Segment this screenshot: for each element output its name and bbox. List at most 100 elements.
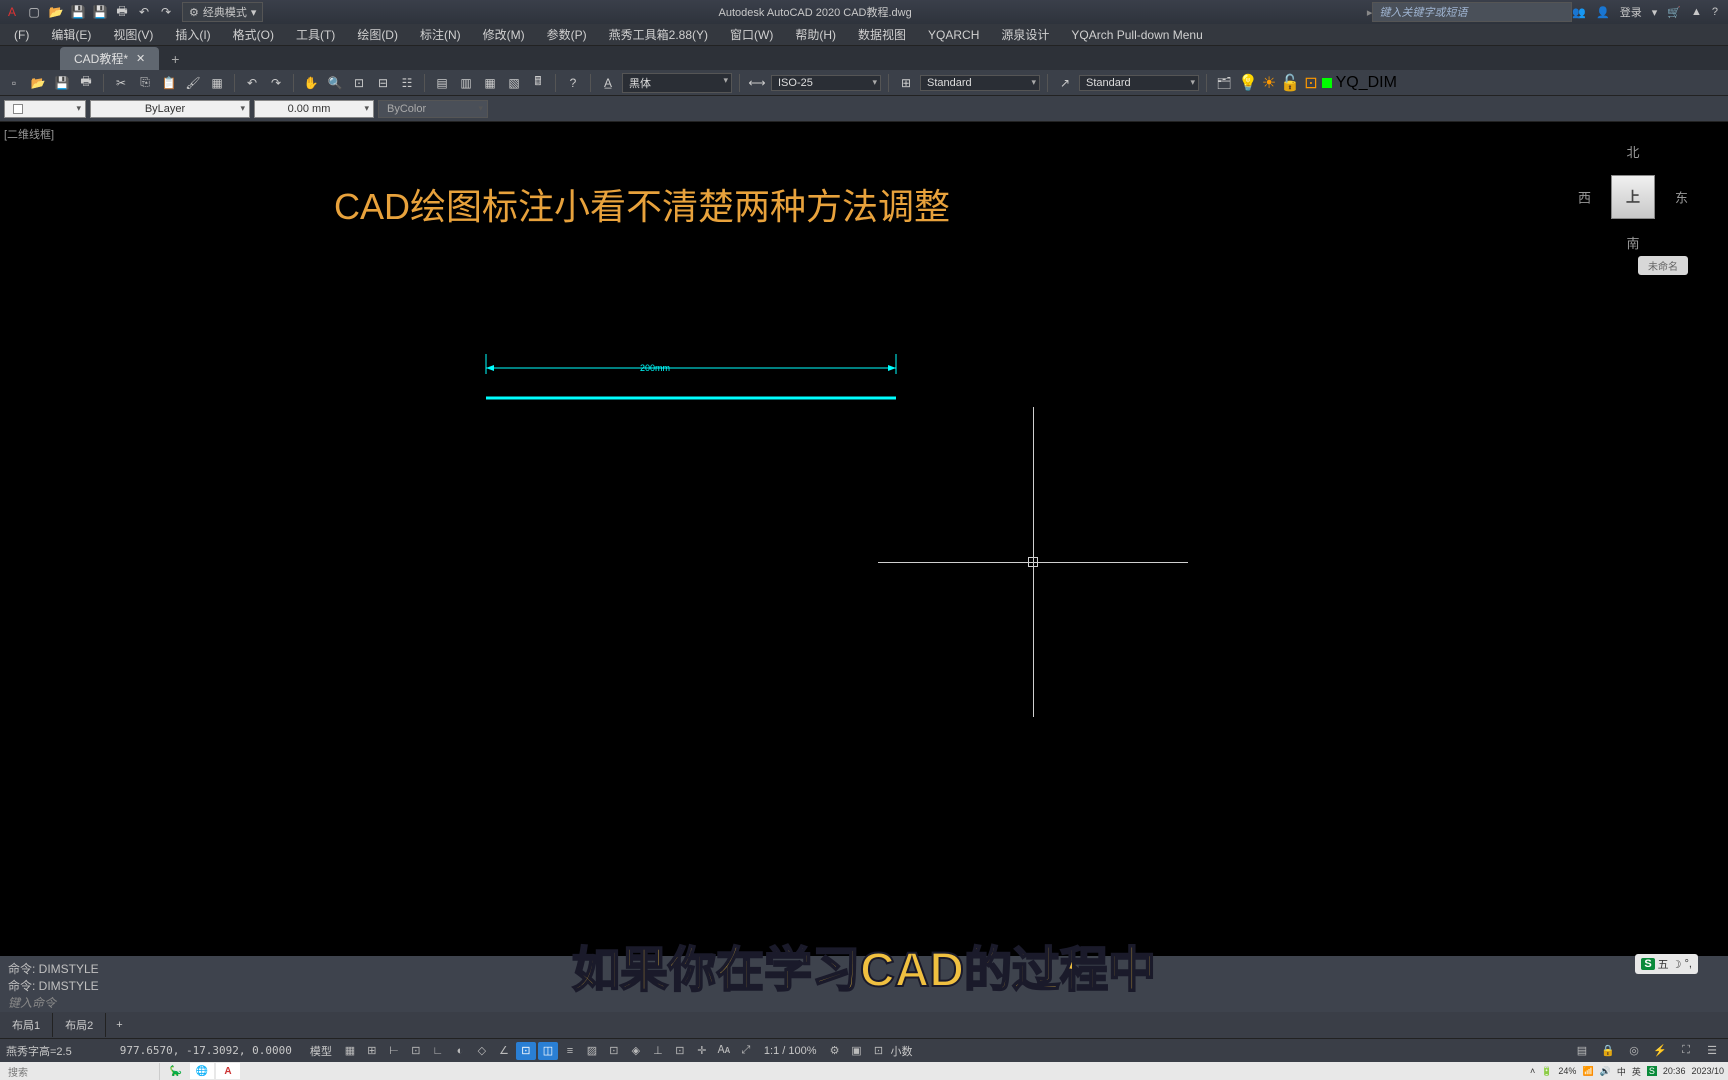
layer-icon[interactable]: 🗂 [1214,73,1234,93]
app-icon[interactable]: ▲ [1691,6,1702,18]
menu-format[interactable]: 格式(O) [223,24,284,45]
autocad-logo-icon[interactable]: A [4,4,20,20]
menu-modify[interactable]: 修改(M) [473,24,535,45]
match-icon[interactable]: 🖌 [183,73,203,93]
wifi-icon[interactable]: 📶 [1582,1066,1593,1077]
new-icon[interactable]: ▢ [26,4,42,20]
cut-icon[interactable]: ✂ [111,73,131,93]
menu-yanxiu[interactable]: 燕秀工具箱2.88(Y) [599,24,718,45]
mleaderstyle-dropdown[interactable]: Standard [1079,75,1199,91]
mleader-style-icon[interactable]: ↗ [1055,73,1075,93]
ime-indicator[interactable]: S 五 ☽ °, [1635,954,1698,974]
workspace-icon[interactable]: ▣ [847,1042,867,1060]
table-style-icon[interactable]: ⊞ [896,73,916,93]
close-icon[interactable]: ✕ [136,52,145,65]
infer-icon[interactable]: ⊢ [384,1042,404,1060]
save-icon[interactable]: 💾 [70,4,86,20]
ime-en[interactable]: 英 [1632,1065,1641,1078]
layer-indicators[interactable]: 💡 ☀ 🔓 ⊡ YQ_DIM [1238,73,1397,93]
drawing-canvas[interactable]: [二维线框] CAD绘图标注小看不清楚两种方法调整 200mm 北 南 西 东 … [0,122,1728,980]
saveas-icon[interactable]: 💾 [92,4,108,20]
iso-icon[interactable]: ◇ [472,1042,492,1060]
ortho-icon[interactable]: ∟ [428,1042,448,1060]
font-dropdown[interactable]: 黑体 [622,73,732,93]
selection-icon[interactable]: ⊡ [670,1042,690,1060]
workspace-dropdown[interactable]: ⚙ 经典模式 ▾ [182,2,263,22]
menu-yqarch-pulldown[interactable]: YQArch Pull-down Menu [1061,26,1212,44]
volume-icon[interactable]: 🔊 [1600,1066,1611,1077]
viewcube-top[interactable]: 上 [1611,175,1655,219]
zoom-icon[interactable]: 🔍 [325,73,345,93]
infocenter-icon[interactable]: 👥 [1572,6,1586,19]
menu-window[interactable]: 窗口(W) [720,24,783,45]
viewcube-north[interactable]: 北 [1626,142,1639,161]
menu-parametric[interactable]: 参数(P) [537,24,597,45]
save-file-icon[interactable]: 💾 [52,73,72,93]
quickprops-icon[interactable]: ▤ [1572,1042,1592,1060]
tool-icon[interactable]: ▥ [456,73,476,93]
new-file-icon[interactable]: ▫ [4,73,24,93]
chrome-icon[interactable]: 🌐 [190,1063,214,1079]
dim-style-icon[interactable]: ⟷ [747,73,767,93]
dyn-icon[interactable]: ⊡ [406,1042,426,1060]
ime-zh[interactable]: 中 [1617,1065,1626,1078]
menu-tools[interactable]: 工具(T) [286,24,345,45]
transparency-icon[interactable]: ▨ [582,1042,602,1060]
tool-icon[interactable]: ▤ [432,73,452,93]
autoscale-icon[interactable]: ⤢ [736,1042,756,1060]
open-icon[interactable]: 📂 [48,4,64,20]
undo-icon[interactable]: ↶ [242,73,262,93]
text-style-icon[interactable]: A̲ [598,73,618,93]
units-label[interactable]: 小数 [891,1043,913,1059]
open-file-icon[interactable]: 📂 [28,73,48,93]
help-icon[interactable]: ? [563,73,583,93]
monitor-icon[interactable]: ⊡ [869,1042,889,1060]
viewcube[interactable]: 北 南 西 东 上 [1578,142,1688,252]
redo-icon[interactable]: ↷ [158,4,174,20]
redo-icon[interactable]: ↷ [266,73,286,93]
clock-time[interactable]: 20:36 [1663,1066,1686,1076]
3dosnap-icon[interactable]: ◈ [626,1042,646,1060]
paste-icon[interactable]: 📋 [159,73,179,93]
user-icon[interactable]: 👤 [1596,6,1610,19]
block-icon[interactable]: ▦ [207,73,227,93]
menu-yqarch[interactable]: YQARCH [918,26,989,44]
ime-s-icon[interactable]: S [1647,1066,1657,1076]
linetype-dropdown[interactable]: ByLayer [90,100,250,118]
print-icon[interactable]: 🖶 [76,73,96,93]
annotation-icon[interactable]: 🗛 [714,1042,734,1060]
grid-icon[interactable]: ▦ [340,1042,360,1060]
autocad-taskbar-icon[interactable]: A [216,1063,240,1079]
pan-icon[interactable]: ✋ [301,73,321,93]
gear-icon[interactable]: ⚙ [825,1042,845,1060]
lw-icon[interactable]: ≡ [560,1042,580,1060]
calculator-icon[interactable]: 🖩 [528,73,548,93]
isolate-icon[interactable]: ◎ [1624,1042,1644,1060]
lock-ui-icon[interactable]: 🔒 [1598,1042,1618,1060]
viewcube-south[interactable]: 南 [1626,233,1639,252]
menu-yuanquan[interactable]: 源泉设计 [991,24,1059,45]
polar-icon[interactable]: ◐ [450,1042,470,1060]
osnap-3d-icon[interactable]: ◫ [538,1042,558,1060]
tray-up-icon[interactable]: ˄ [1530,1066,1535,1076]
menu-dataview[interactable]: 数据视图 [848,24,916,45]
tool-icon[interactable]: ▧ [504,73,524,93]
copy-icon[interactable]: ⎘ [135,73,155,93]
layout-tab[interactable]: 布局2 [53,1013,106,1037]
snap-icon[interactable]: ⊞ [362,1042,382,1060]
tool-icon[interactable]: ▦ [480,73,500,93]
dimstyle-dropdown[interactable]: ISO-25 [771,75,881,91]
menu-file[interactable]: (F) [4,26,39,44]
help-icon[interactable]: ? [1712,6,1718,18]
doc-tab[interactable]: CAD教程* ✕ [60,47,159,70]
properties-icon[interactable]: ☷ [397,73,417,93]
tablestyle-dropdown[interactable]: Standard [920,75,1040,91]
visual-style-label[interactable]: [二维线框] [4,126,54,142]
viewcube-west[interactable]: 西 [1578,188,1591,207]
add-layout-button[interactable]: + [106,1015,132,1035]
lineweight-dropdown[interactable]: 0.00 mm [254,100,374,118]
zoom-window-icon[interactable]: ⊡ [349,73,369,93]
login-link[interactable]: 登录 [1620,4,1642,20]
customize-icon[interactable]: ☰ [1702,1042,1722,1060]
cleanscreen-icon[interactable]: ⛶ [1676,1042,1696,1060]
